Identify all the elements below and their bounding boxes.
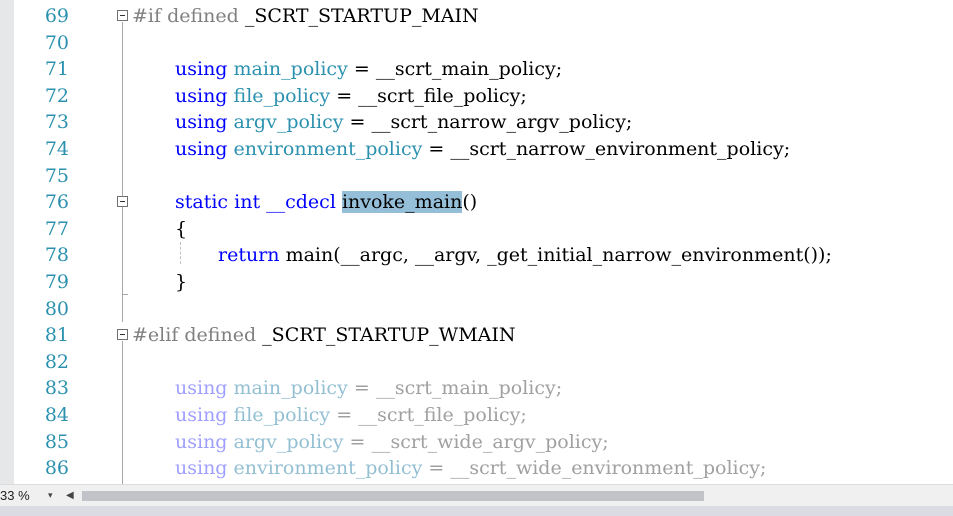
type-name: file_policy xyxy=(233,404,331,426)
code-line: 75 xyxy=(14,163,953,190)
type-name: main_policy xyxy=(233,58,348,81)
code-text: () xyxy=(462,191,478,214)
line-number: 81 xyxy=(44,324,69,347)
bottom-panel-edge xyxy=(0,506,953,516)
code-text: = __scrt_narrow_argv_policy; xyxy=(349,111,633,134)
code-line: 86 using environment_policy = __scrt_wid… xyxy=(14,455,953,482)
editor-status-bar: 33 % ▾ ◀ xyxy=(0,484,953,507)
line-number: 77 xyxy=(44,217,69,240)
line-number: 75 xyxy=(44,164,69,187)
code-line: 81 #elif defined _SCRT_STARTUP_WMAIN xyxy=(14,322,953,349)
macro-name: _SCRT_STARTUP_MAIN xyxy=(244,5,479,27)
type-name: argv_policy xyxy=(233,111,344,134)
keyword: using xyxy=(175,377,228,400)
code-line: 71 using main_policy = __scrt_main_polic… xyxy=(14,56,953,83)
line-number: 78 xyxy=(44,244,69,267)
line-number: 84 xyxy=(44,404,69,426)
line-number: 71 xyxy=(44,58,69,81)
code-line: 79 } xyxy=(14,269,953,296)
line-number: 82 xyxy=(44,350,69,373)
code-text: = __scrt_file_policy; xyxy=(336,84,527,107)
line-number: 83 xyxy=(44,377,69,400)
code-text: } xyxy=(175,271,188,293)
keyword: using xyxy=(175,58,228,81)
line-number: 69 xyxy=(44,5,69,27)
type-name: argv_policy xyxy=(233,430,344,453)
type-name: environment_policy xyxy=(233,457,423,480)
line-number: 74 xyxy=(44,138,69,160)
line-number: 79 xyxy=(44,271,69,293)
code-text: = __scrt_file_policy; xyxy=(336,404,527,426)
keyword: __cdecl xyxy=(266,191,336,214)
keyword: return xyxy=(218,244,280,267)
code-text: { xyxy=(175,217,188,240)
keyword: using xyxy=(175,84,228,107)
preprocessor-directive: #elif defined xyxy=(132,324,257,347)
code-editor[interactable]: 69 #if defined _SCRT_STARTUP_MAIN 70 71 … xyxy=(14,0,953,484)
type-name: environment_policy xyxy=(233,138,423,160)
code-text: main(__argc, __argv, _get_initial_narrow… xyxy=(285,244,832,267)
code-text: = __scrt_main_policy; xyxy=(353,58,563,81)
scroll-left-icon[interactable]: ◀ xyxy=(66,487,74,505)
keyword: using xyxy=(175,457,228,480)
code-line: 78 return main(__argc, __argv, _get_init… xyxy=(14,242,953,269)
code-line: 74 using environment_policy = __scrt_nar… xyxy=(14,136,953,163)
code-line: 82 xyxy=(14,349,953,376)
horizontal-scrollbar-thumb[interactable] xyxy=(82,491,704,501)
code-line: 80 xyxy=(14,296,953,323)
code-line: 72 using file_policy = __scrt_file_polic… xyxy=(14,83,953,110)
keyword: using xyxy=(175,138,228,160)
type-name: main_policy xyxy=(233,377,348,400)
chevron-down-icon[interactable]: ▾ xyxy=(48,487,53,505)
keyword: static xyxy=(175,191,229,214)
code-line: 83 using main_policy = __scrt_main_polic… xyxy=(14,375,953,402)
indicator-margin[interactable] xyxy=(0,0,14,484)
line-number: 80 xyxy=(44,297,69,320)
code-line: 85 using argv_policy = __scrt_wide_argv_… xyxy=(14,429,953,456)
code-text: = __scrt_wide_argv_policy; xyxy=(349,430,609,453)
code-line: 76 static int __cdecl invoke_main() xyxy=(14,189,953,216)
code-line: 84 using file_policy = __scrt_file_polic… xyxy=(14,402,953,429)
preprocessor-directive: #if defined xyxy=(132,5,239,27)
line-number: 70 xyxy=(44,31,69,54)
code-line: 73 using argv_policy = __scrt_narrow_arg… xyxy=(14,109,953,136)
code-text: = __scrt_narrow_environment_policy; xyxy=(428,138,791,160)
line-number: 76 xyxy=(44,191,69,214)
code-line: 70 xyxy=(14,30,953,57)
line-number: 85 xyxy=(44,430,69,453)
line-number: 86 xyxy=(44,457,69,480)
keyword: using xyxy=(175,111,228,134)
code-text: = __scrt_main_policy; xyxy=(353,377,563,400)
keyword: using xyxy=(175,404,228,426)
line-number: 72 xyxy=(44,84,69,107)
code-line: 69 #if defined _SCRT_STARTUP_MAIN xyxy=(14,3,953,30)
type-name: file_policy xyxy=(233,84,331,107)
line-number: 73 xyxy=(44,111,69,134)
zoom-level-value: 33 % xyxy=(0,488,30,503)
keyword: using xyxy=(175,430,228,453)
code-line: 77 { xyxy=(14,216,953,243)
highlighted-function-name[interactable]: invoke_main xyxy=(341,191,463,214)
macro-name: _SCRT_STARTUP_WMAIN xyxy=(262,324,516,347)
code-text: = __scrt_wide_environment_policy; xyxy=(428,457,767,480)
keyword: int xyxy=(234,191,261,214)
